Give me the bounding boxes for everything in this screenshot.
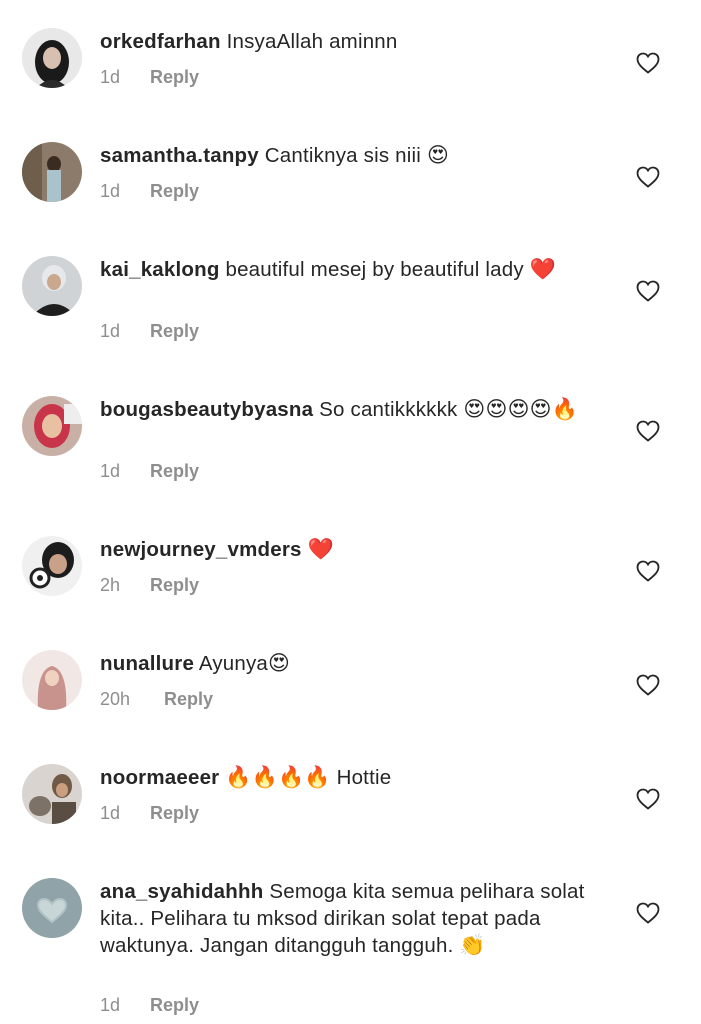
comment-item: nunallure Ayunya😍 20h Reply [0,622,701,732]
comment-time: 1d [100,321,121,341]
comment-time: 20h [100,689,131,709]
reply-button[interactable]: Reply [150,575,199,596]
comment-meta: 1d Reply [100,461,199,482]
comment-meta: 1d Reply [100,803,199,824]
comment-time: 2h [100,575,121,595]
comment-time: 1d [100,67,121,87]
comment-item: ana_syahidahhh Semoga kita semua pelihar… [0,850,701,1024]
avatar[interactable] [22,878,82,938]
avatar-image [22,536,82,596]
comment-emoji: 👏 [459,933,486,957]
comment-username[interactable]: nunallure [100,652,194,675]
heart-outline-icon[interactable] [636,560,660,582]
avatar-image [22,396,82,456]
comment-username[interactable]: ana_syahidahhh [100,880,263,903]
comment-time: 1d [100,803,121,823]
heart-outline-icon[interactable] [636,166,660,188]
comment-emoji: 😍 [268,651,291,675]
avatar[interactable] [22,650,82,710]
comment-body: So cantikkkkkk [319,398,458,421]
reply-button[interactable]: Reply [150,67,199,88]
comment-item: kai_kaklong beautiful mesej by beautiful… [0,228,701,363]
avatar[interactable] [22,536,82,596]
comment-username[interactable]: newjourney_vmders [100,538,302,561]
avatar[interactable] [22,28,82,88]
comment-username[interactable]: bougasbeautybyasna [100,398,313,421]
reply-button[interactable]: Reply [150,995,199,1016]
reply-button[interactable]: Reply [164,689,213,710]
comment-username[interactable]: noormaeeer [100,766,219,789]
comment-item: bougasbeautybyasna So cantikkkkkk 😍😍😍😍🔥 … [0,368,701,503]
avatar[interactable] [22,764,82,824]
reply-button[interactable]: Reply [150,803,199,824]
comment-meta: 1d Reply [100,181,199,202]
avatar-image [22,764,82,824]
comment-body: Ayunya [198,652,269,675]
comment-item: noormaeeer 🔥🔥🔥🔥 Hottie 1d Reply [0,736,701,846]
comment-meta: 20h Reply [100,689,213,710]
comment-emoji: 🔥🔥🔥🔥 [225,765,331,789]
avatar-image [22,142,82,202]
comment-item: samantha.tanpy Cantiknya sis niii 😍 1d R… [0,114,701,224]
comment-username[interactable]: kai_kaklong [100,258,220,281]
comment-emoji: 😍😍😍😍🔥 [463,397,579,421]
comment-emoji: 😍 [426,143,450,167]
avatar-image [22,256,82,316]
comment-meta: 1d Reply [100,321,199,342]
comment-meta: 1d Reply [100,995,199,1016]
comment-body: Cantiknya sis niii [264,144,422,167]
comment-time: 1d [100,461,121,481]
avatar-image [22,878,82,938]
avatar-image [22,28,82,88]
comment-body: Hottie [336,766,392,789]
reply-button[interactable]: Reply [150,321,199,342]
reply-button[interactable]: Reply [150,181,199,202]
comment-emoji: ❤️ [307,537,334,561]
avatar-image [22,650,82,710]
comment-text: orkedfarhan InsyaAllah aminnn [100,28,600,55]
comment-body: InsyaAllah aminnn [226,30,398,53]
comment-body: beautiful mesej by beautiful lady [225,258,524,281]
heart-outline-icon[interactable] [636,788,660,810]
heart-outline-icon[interactable] [636,52,660,74]
comment-meta: 1d Reply [100,67,199,88]
comment-time: 1d [100,995,121,1015]
heart-outline-icon[interactable] [636,902,660,924]
comment-text: nunallure Ayunya😍 [100,650,600,677]
comment-emoji: ❤️ [529,257,557,281]
avatar[interactable] [22,256,82,316]
comment-text: samantha.tanpy Cantiknya sis niii 😍 [100,142,600,169]
comment-text: noormaeeer 🔥🔥🔥🔥 Hottie [100,764,600,791]
heart-outline-icon[interactable] [636,280,660,302]
comment-text: kai_kaklong beautiful mesej by beautiful… [100,256,600,283]
comment-item: newjourney_vmders ❤️ 2h Reply [0,508,701,618]
heart-outline-icon[interactable] [636,674,660,696]
avatar[interactable] [22,142,82,202]
comment-username[interactable]: orkedfarhan [100,30,221,53]
comment-item: orkedfarhan InsyaAllah aminnn 1d Reply [0,0,701,110]
comment-time: 1d [100,181,121,201]
avatar[interactable] [22,396,82,456]
heart-outline-icon[interactable] [636,420,660,442]
comment-username[interactable]: samantha.tanpy [100,144,259,167]
comment-text: newjourney_vmders ❤️ [100,536,600,563]
comment-text: ana_syahidahhh Semoga kita semua pelihar… [100,878,600,959]
comment-text: bougasbeautybyasna So cantikkkkkk 😍😍😍😍🔥 [100,396,600,423]
comment-meta: 2h Reply [100,575,199,596]
reply-button[interactable]: Reply [150,461,199,482]
